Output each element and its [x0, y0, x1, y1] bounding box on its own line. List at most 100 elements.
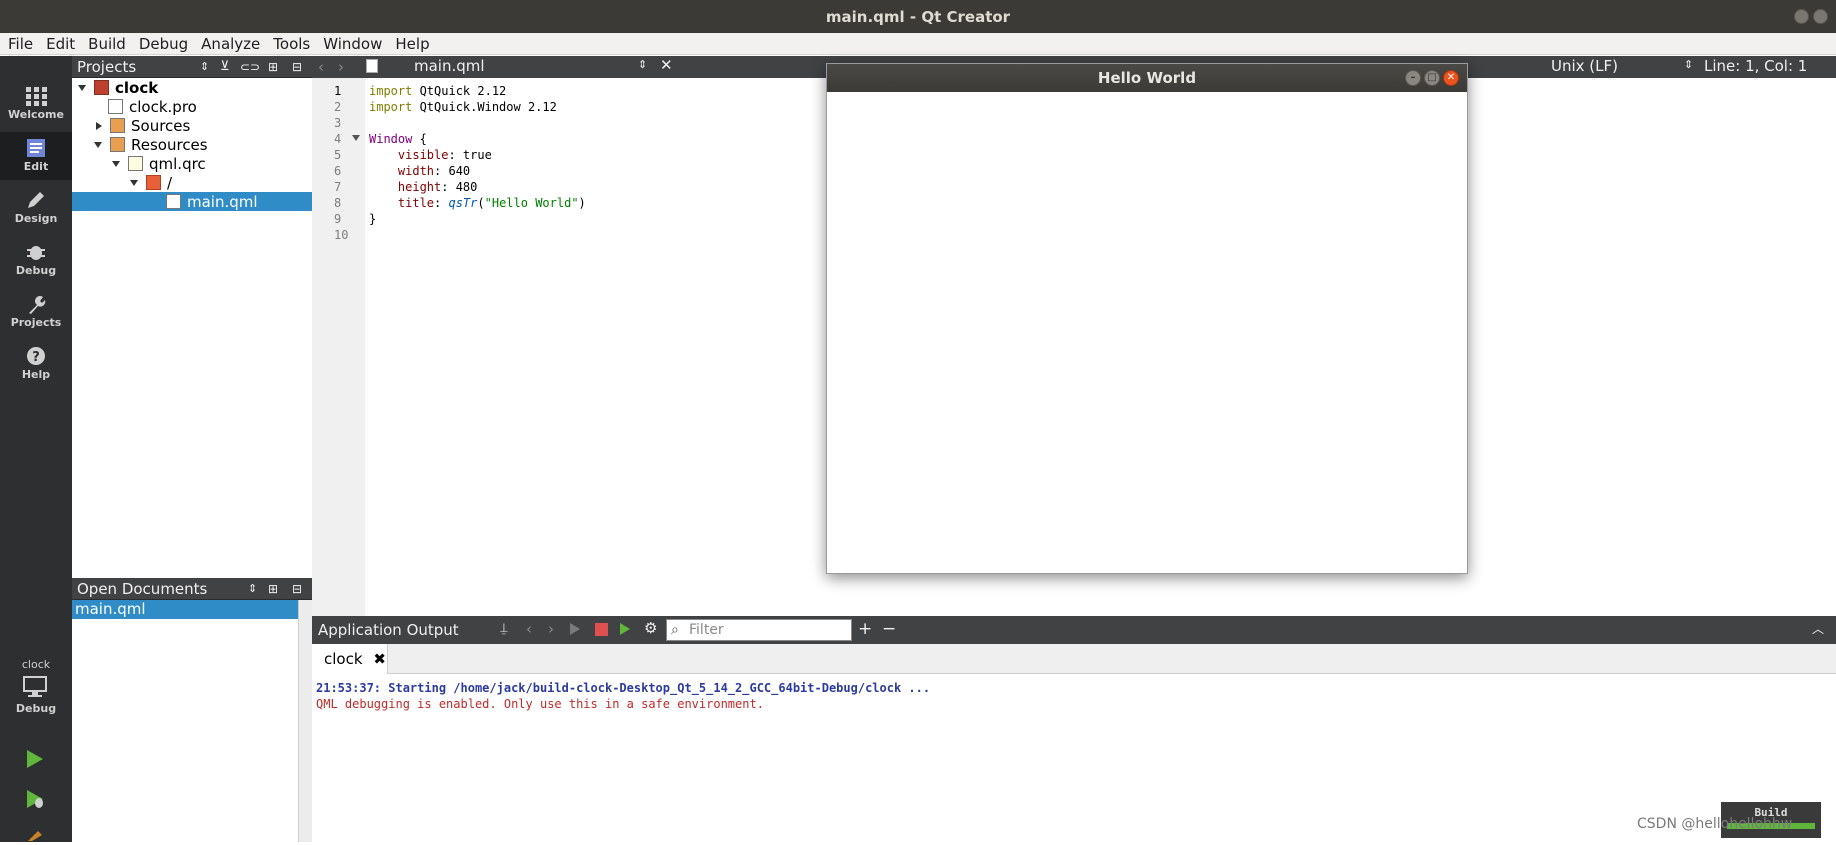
output-text[interactable]: 21:53:37: Starting /home/jack/build-cloc…	[312, 674, 1836, 842]
mode-selector: Welcome Edit Design Debug Projects ? Hel…	[0, 56, 72, 842]
tree-label: clock.pro	[129, 97, 197, 116]
hello-world-window[interactable]: Hello World – □ ✕	[826, 63, 1468, 574]
tree-item-clock-pro[interactable]: clock.pro	[72, 97, 312, 116]
open-document-item[interactable]: main.qml	[72, 600, 298, 619]
cursor-position[interactable]: Line: 1, Col: 1	[1704, 57, 1807, 75]
line-number: 8	[334, 196, 342, 210]
menu-analyze[interactable]: Analyze	[201, 35, 260, 53]
mode-help[interactable]: ? Help	[0, 340, 72, 388]
mode-projects[interactable]: Projects	[0, 288, 72, 336]
editor-file-name[interactable]: main.qml	[414, 57, 485, 75]
scrollbar[interactable]	[298, 600, 312, 842]
tree-item-clock[interactable]: clock	[72, 78, 312, 97]
tree-item-root-folder[interactable]: /	[72, 173, 312, 192]
sort-arrows-icon[interactable]: ⇕	[200, 60, 209, 73]
mode-label: Debug	[15, 264, 57, 277]
mode-edit[interactable]: Edit	[0, 132, 72, 180]
line-number: 4	[334, 132, 342, 146]
menu-bar: File Edit Build Debug Analyze Tools Wind…	[0, 33, 1836, 55]
menu-help[interactable]: Help	[395, 35, 429, 53]
mode-design[interactable]: Design	[0, 184, 72, 232]
kit-selector[interactable]: clock Debug	[0, 658, 72, 715]
resources-folder-icon	[110, 137, 125, 152]
output-pane-header: Application Output ⍊ ‹ › ⚙ ⌕ Filter + − …	[312, 616, 1836, 644]
back-icon[interactable]: ‹	[318, 58, 324, 76]
qrc-file-icon	[128, 156, 143, 171]
menu-file[interactable]: File	[8, 35, 33, 53]
menu-tools[interactable]: Tools	[273, 35, 310, 53]
line-number: 5	[334, 148, 342, 162]
caret-down-icon[interactable]	[112, 160, 120, 167]
mode-label: Edit	[23, 160, 49, 173]
caret-down-icon[interactable]	[78, 84, 86, 91]
open-documents-title: Open Documents	[77, 579, 208, 598]
watermark: CSDN @hellohellohhw	[1637, 816, 1793, 832]
add-icon[interactable]: +	[858, 619, 872, 639]
caret-down-icon[interactable]	[94, 141, 102, 148]
build-button[interactable]	[24, 826, 46, 845]
close-document-icon[interactable]: ✕	[660, 56, 673, 74]
run-button[interactable]	[24, 748, 46, 774]
menu-window[interactable]: Window	[323, 35, 382, 53]
kit-mode: Debug	[15, 702, 57, 715]
mode-label: Design	[14, 212, 58, 225]
remove-icon[interactable]: −	[882, 619, 896, 639]
open-documents-header: Open Documents ⇕ ⊞ ⊟	[72, 578, 312, 600]
close-panel-icon[interactable]: ⊟	[292, 60, 302, 74]
rerun-icon[interactable]	[570, 623, 580, 635]
tree-label: /	[167, 173, 173, 192]
fold-arrow-icon[interactable]	[352, 135, 360, 141]
tree-item-qml-qrc[interactable]: qml.qrc	[72, 154, 312, 173]
dropdown-arrows-icon[interactable]: ⇕	[1684, 58, 1693, 71]
link-icon[interactable]: ⊂⊃	[240, 60, 260, 74]
settings-icon[interactable]: ⚙	[644, 619, 657, 637]
filter-input[interactable]: ⌕ Filter	[666, 619, 852, 641]
stop-icon[interactable]	[595, 623, 608, 636]
output-pane-title: Application Output	[318, 621, 459, 639]
prev-icon[interactable]: ‹	[526, 620, 532, 638]
tree-item-sources[interactable]: Sources	[72, 116, 312, 135]
output-tab-bar: clock ✖	[312, 644, 1836, 674]
debug-run-button[interactable]	[24, 788, 46, 814]
tree-label: Sources	[131, 116, 191, 135]
maximize-pane-icon[interactable]: ︿	[1812, 620, 1824, 637]
run-icon	[27, 750, 43, 768]
tree-item-resources[interactable]: Resources	[72, 135, 312, 154]
mode-debug[interactable]: Debug	[0, 236, 72, 284]
line-ending-selector[interactable]: Unix (LF)	[1551, 57, 1618, 75]
menu-debug[interactable]: Debug	[139, 35, 188, 53]
line-number: 7	[334, 180, 342, 194]
filter-icon[interactable]: ⊻	[220, 59, 230, 74]
output-tab-clock[interactable]: clock ✖	[312, 644, 388, 674]
split-icon[interactable]: ⊞	[268, 582, 278, 596]
run-debug-icon[interactable]	[620, 623, 630, 635]
tree-label: clock	[115, 78, 159, 97]
line-number: 9	[334, 212, 342, 226]
menu-build[interactable]: Build	[88, 35, 126, 53]
split-icon[interactable]: ⊞	[268, 60, 278, 74]
sources-folder-icon	[110, 118, 125, 133]
maximize-icon[interactable]: □	[1424, 70, 1440, 86]
caret-down-icon[interactable]	[130, 179, 138, 186]
maximize-window-icon[interactable]	[1813, 9, 1828, 24]
menu-edit[interactable]: Edit	[46, 35, 75, 53]
hello-window-titlebar[interactable]: Hello World – □ ✕	[827, 64, 1467, 92]
close-icon[interactable]: ✕	[1443, 70, 1459, 86]
caret-right-icon[interactable]	[96, 121, 102, 130]
debug-run-icon	[27, 790, 43, 808]
qml-file-icon	[366, 59, 378, 73]
mode-welcome[interactable]: Welcome	[0, 80, 72, 128]
next-icon[interactable]: ›	[548, 620, 554, 638]
forward-icon[interactable]: ›	[338, 58, 344, 76]
close-panel-icon[interactable]: ⊟	[292, 582, 302, 596]
tree-item-main-qml[interactable]: main.qml	[72, 192, 312, 211]
window-title: main.qml - Qt Creator	[825, 7, 1011, 26]
close-tab-icon[interactable]: ✖	[373, 650, 386, 668]
sort-arrows-icon[interactable]: ⇕	[248, 582, 257, 595]
dropdown-arrows-icon[interactable]: ⇕	[638, 58, 647, 71]
open-documents-list: main.qml	[72, 600, 312, 842]
minimize-window-icon[interactable]	[1794, 9, 1809, 24]
attach-icon[interactable]: ⍊	[500, 621, 508, 636]
minimize-icon[interactable]: –	[1405, 70, 1421, 86]
output-line-start: 21:53:37: Starting /home/jack/build-cloc…	[316, 681, 931, 695]
